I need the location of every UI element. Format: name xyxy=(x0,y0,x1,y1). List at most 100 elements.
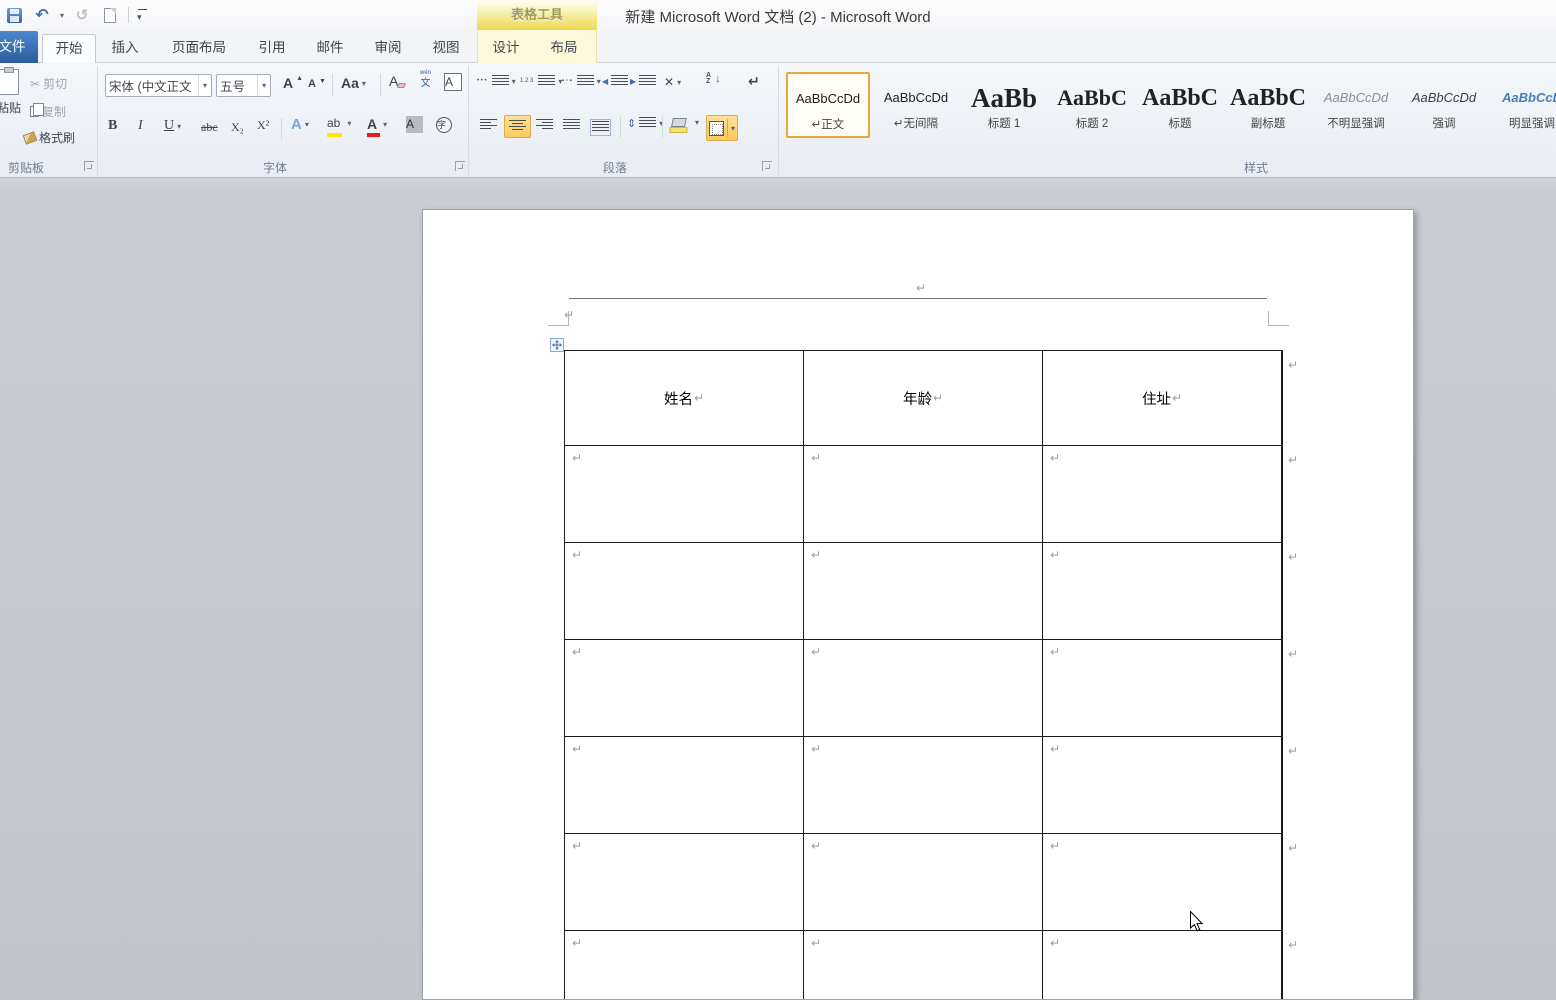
paragraph-mark: ↵ xyxy=(916,282,926,294)
table-cell[interactable]: ↵ xyxy=(565,834,804,930)
table-cell[interactable]: ↵ xyxy=(1043,543,1282,639)
bullets-button[interactable]: • • •▾ xyxy=(477,75,516,88)
bold-button[interactable]: B xyxy=(108,118,117,134)
align-left-button[interactable] xyxy=(480,119,497,132)
strikethrough-button[interactable]: abc xyxy=(201,120,218,135)
font-color-button[interactable]: A▾ xyxy=(367,116,387,132)
table-cell[interactable]: ↵ xyxy=(804,737,1043,833)
style-emphasis[interactable]: AaBbCcDd 强调 xyxy=(1402,72,1486,138)
chevron-down-icon: ▾ xyxy=(257,75,270,96)
text-effects-button[interactable]: A▾ xyxy=(291,116,309,133)
table-cell[interactable]: ↵ xyxy=(1043,834,1282,930)
table-cell[interactable]: ↵ xyxy=(804,834,1043,930)
paragraph-mark: ↵ xyxy=(811,549,821,561)
tab-file[interactable]: 文件 xyxy=(0,31,38,63)
style-normal[interactable]: AaBbCcDd ↵正文 xyxy=(786,72,870,138)
indent-lines-icon xyxy=(611,75,628,88)
table-cell[interactable]: ↵ xyxy=(565,543,804,639)
phonetic-guide-button[interactable]: wén文 xyxy=(420,70,431,89)
copy-button[interactable]: 复制 xyxy=(30,103,66,120)
tab-home[interactable]: 开始 xyxy=(42,34,96,63)
show-hide-marks-button[interactable]: ↵ xyxy=(748,73,760,90)
indent-lines-icon xyxy=(639,75,656,88)
table-cell[interactable]: ↵ xyxy=(1043,737,1282,833)
paragraph-dialog-launcher[interactable] xyxy=(762,161,772,171)
clipboard-dialog-launcher[interactable] xyxy=(84,161,94,171)
clear-formatting-button[interactable]: A xyxy=(389,73,405,89)
format-painter-button[interactable]: 格式刷 xyxy=(24,129,75,146)
subscript-button[interactable]: X₂ xyxy=(231,120,244,135)
style-heading1[interactable]: AaBb 标题 1 xyxy=(962,72,1046,138)
font-size-select[interactable]: 五号 ▾ xyxy=(216,74,271,97)
shrink-font-button[interactable]: A▼ xyxy=(308,78,326,90)
tab-table-layout[interactable]: 布局 xyxy=(540,34,588,63)
tab-insert[interactable]: 插入 xyxy=(100,34,150,63)
character-shading-button[interactable]: A xyxy=(406,116,423,133)
table-header-cell[interactable]: 年龄↵ xyxy=(804,351,1043,445)
shading-button[interactable]: ▾ xyxy=(672,118,699,127)
highlight-color-button[interactable]: ab▾ xyxy=(327,116,351,130)
underline-button[interactable]: U▾ xyxy=(164,118,181,134)
tab-page-layout[interactable]: 页面布局 xyxy=(156,34,242,63)
font-dialog-launcher[interactable] xyxy=(455,161,465,171)
paragraph-mark: ↵ xyxy=(1050,937,1060,949)
superscript-button[interactable]: X² xyxy=(257,118,269,133)
line-spacing-button[interactable]: ⇕▾ xyxy=(627,117,663,130)
change-case-button[interactable]: Aa▾ xyxy=(341,75,366,91)
table-cell[interactable]: ↵ xyxy=(1043,446,1282,542)
grow-font-button[interactable]: A▲ xyxy=(283,75,303,91)
align-center-icon xyxy=(509,120,526,133)
italic-button[interactable]: I xyxy=(138,118,143,134)
tab-table-design[interactable]: 设计 xyxy=(482,34,530,63)
paragraph-mark: ↵ xyxy=(1050,743,1060,755)
tab-view[interactable]: 视图 xyxy=(420,34,472,63)
table-cell[interactable]: ↵ xyxy=(804,931,1043,1000)
style-no-spacing[interactable]: AaBbCcDd ↵无间隔 xyxy=(874,72,958,138)
asian-layout-button[interactable]: ✕▾ xyxy=(664,75,681,89)
style-subtle-emphasis[interactable]: AaBbCcDd 不明显强调 xyxy=(1314,72,1398,138)
align-center-button[interactable] xyxy=(504,115,531,138)
paragraph-mark: ↵ xyxy=(572,937,582,949)
enclose-characters-button[interactable]: 字 xyxy=(436,117,452,133)
table-header-cell[interactable]: 住址↵ xyxy=(1043,351,1282,445)
style-subtitle[interactable]: AaBbC 副标题 xyxy=(1226,72,1310,138)
character-border-button[interactable]: A xyxy=(444,73,462,91)
table-cell[interactable]: ↵ xyxy=(565,640,804,736)
borders-button[interactable]: ▾ xyxy=(706,115,738,141)
distribute-button[interactable] xyxy=(590,119,611,136)
page[interactable]: ↵ ↵ 姓名↵ 年龄↵ 住址↵ ↵ ↵↵↵↵↵↵↵↵↵↵↵↵↵↵↵↵↵↵↵↵↵↵… xyxy=(422,209,1414,1000)
font-name-select[interactable]: 宋体 (中文正文 ▾ xyxy=(105,74,212,97)
sort-button[interactable]: AZ↓ xyxy=(706,73,721,85)
style-intense-emphasis[interactable]: AaBbCcD 明显强调 xyxy=(1490,72,1556,138)
style-title[interactable]: AaBbC 标题 xyxy=(1138,72,1222,138)
justify-button[interactable] xyxy=(563,119,580,132)
tab-references[interactable]: 引用 xyxy=(246,34,298,63)
table-cell[interactable]: ↵ xyxy=(804,640,1043,736)
style-heading2[interactable]: AaBbC 标题 2 xyxy=(1050,72,1134,138)
increase-indent-button[interactable]: ▶ xyxy=(630,75,656,88)
document-area[interactable]: ↵ ↵ 姓名↵ 年龄↵ 住址↵ ↵ ↵↵↵↵↵↵↵↵↵↵↵↵↵↵↵↵↵↵↵↵↵↵… xyxy=(0,178,1556,1000)
move-icon xyxy=(552,340,562,350)
paste-button[interactable]: 粘贴 xyxy=(0,69,31,116)
table-move-handle[interactable] xyxy=(550,338,564,352)
paragraph-mark: ↵ xyxy=(811,840,821,852)
decrease-indent-button[interactable]: ◀ xyxy=(602,75,628,88)
align-right-button[interactable] xyxy=(536,119,553,132)
data-table[interactable]: 姓名↵ 年龄↵ 住址↵ ↵ ↵↵↵↵↵↵↵↵↵↵↵↵↵↵↵↵↵↵↵↵↵↵↵↵ xyxy=(564,350,1283,1000)
tab-mailings[interactable]: 邮件 xyxy=(304,34,356,63)
table-cell[interactable]: ↵ xyxy=(1043,931,1282,1000)
table-cell[interactable]: ↵ xyxy=(804,446,1043,542)
paragraph-mark: ↵ xyxy=(1050,452,1060,464)
table-cell[interactable]: ↵ xyxy=(804,543,1043,639)
table-header-cell[interactable]: 姓名↵ xyxy=(565,351,804,445)
table-cell[interactable]: ↵ xyxy=(565,446,804,542)
cut-button[interactable]: ✂ 剪切 xyxy=(30,75,67,92)
table-cell[interactable]: ↵ xyxy=(565,931,804,1000)
tab-review[interactable]: 审阅 xyxy=(362,34,414,63)
numbering-button[interactable]: 1 2 3▾ xyxy=(520,75,562,88)
table-cell[interactable]: ↵ xyxy=(1043,640,1282,736)
eraser-icon xyxy=(397,83,406,88)
table-cell[interactable]: ↵ xyxy=(565,737,804,833)
paste-icon xyxy=(0,69,19,95)
multilevel-list-button[interactable]: ▪ ▫ ▪▾ xyxy=(562,75,601,88)
